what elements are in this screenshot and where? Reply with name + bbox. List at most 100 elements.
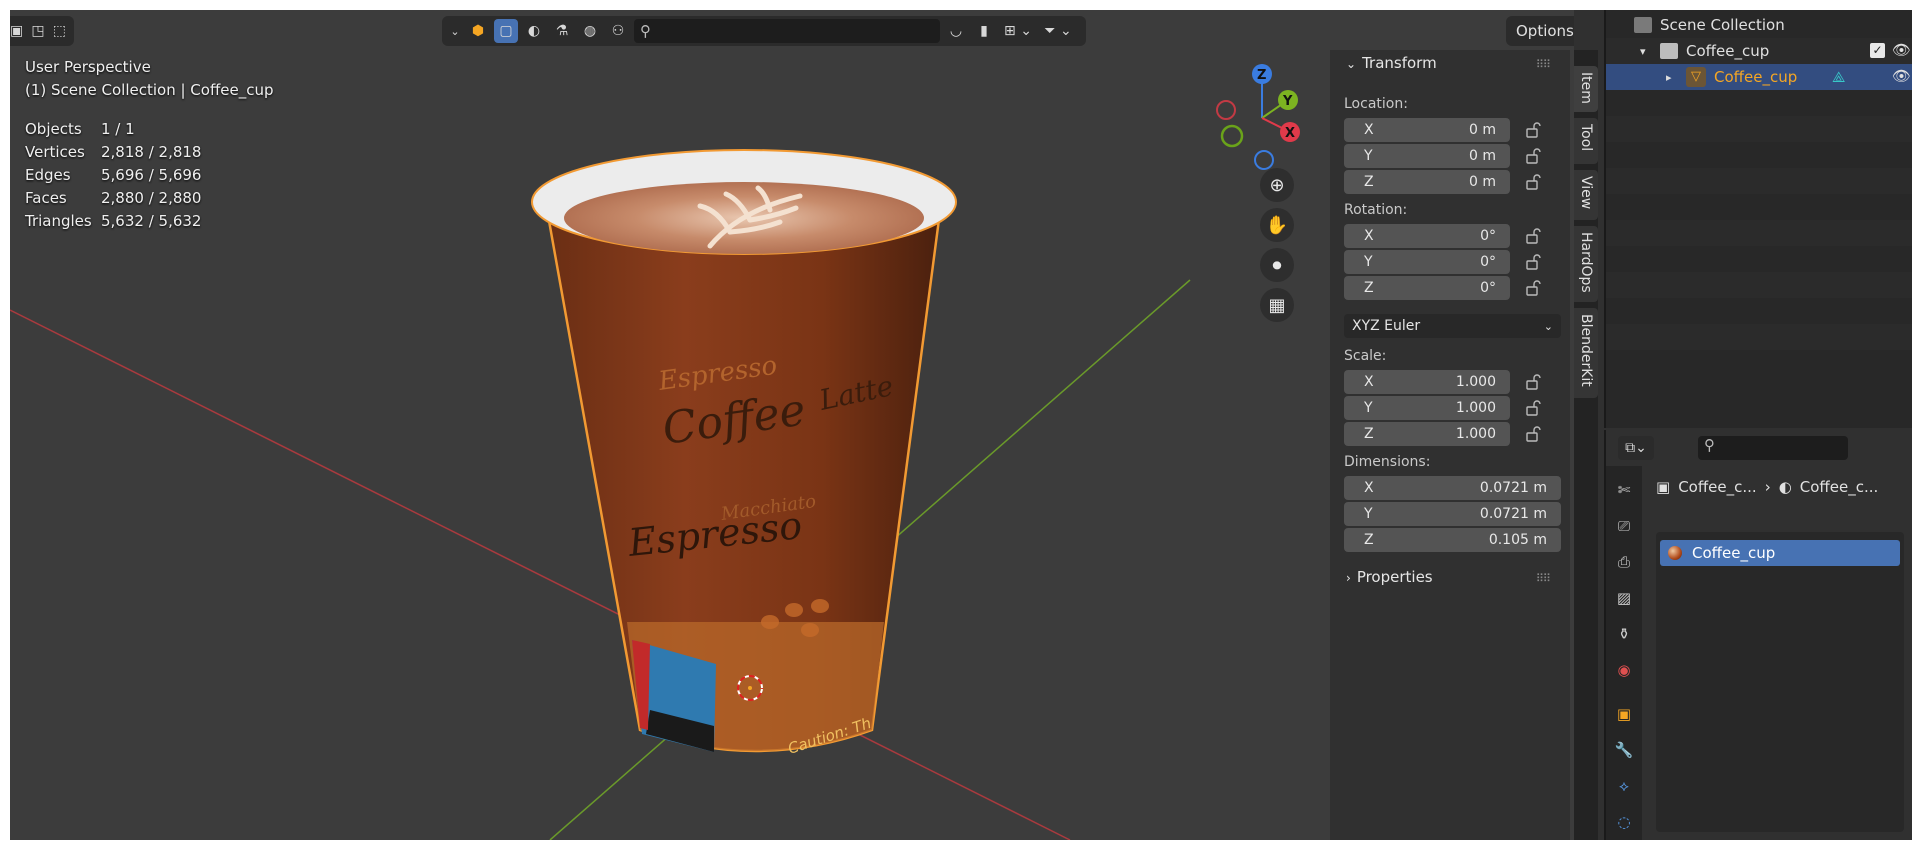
tab-view[interactable]: View — [1574, 170, 1598, 220]
scale-y-field[interactable]: Y 1.000 — [1344, 396, 1510, 420]
wireframe-shading-icon[interactable]: ◍ — [578, 19, 602, 43]
outliner-scene-collection[interactable]: Scene Collection — [1606, 12, 1912, 38]
bookmark-icon[interactable]: ▮ — [972, 19, 996, 43]
dimensions-y-field[interactable]: Y 0.0721 m — [1344, 502, 1561, 526]
unlock-icon[interactable] — [1526, 228, 1542, 244]
world-icon[interactable]: ◉ — [1614, 660, 1634, 680]
perspective-grid-icon[interactable]: ▦ — [1260, 288, 1294, 322]
chevron-down-icon[interactable]: ⌄ — [448, 19, 462, 43]
navigation-gizmo[interactable]: Z Y X — [1206, 62, 1316, 172]
scale-x-field[interactable]: X 1.000 — [1344, 370, 1510, 394]
material-slot-item[interactable]: Coffee_cup — [1660, 540, 1900, 566]
location-x-field[interactable]: X 0 m — [1344, 118, 1510, 142]
transform-label: Transform — [1362, 54, 1437, 72]
mesh-data-icon[interactable]: ⟁ — [1832, 68, 1845, 86]
outliner-item-label: Coffee_cup — [1686, 42, 1770, 60]
particles-icon[interactable]: ⟡ — [1614, 776, 1634, 796]
unlock-icon[interactable] — [1526, 280, 1542, 296]
eye-icon[interactable]: 👁 — [1892, 67, 1911, 85]
sidebar-tabs: Item Tool View HardOps BlenderKit — [1574, 50, 1598, 840]
location-z-field[interactable]: Z 0 m — [1344, 170, 1510, 194]
chevron-right-icon: ▸ — [1666, 70, 1672, 84]
drag-grip-icon[interactable]: ⠿⠿ — [1536, 58, 1551, 71]
breadcrumb-object[interactable]: Coffee_c... — [1678, 478, 1757, 496]
properties-search-input[interactable]: ⚲ — [1698, 436, 1848, 460]
chevron-right-icon: › — [1764, 478, 1771, 496]
rotation-x-field[interactable]: X 0° — [1344, 224, 1510, 248]
rotation-label: Rotation: — [1344, 202, 1408, 218]
breadcrumb-material[interactable]: Coffee_c... — [1800, 478, 1879, 496]
unlock-icon[interactable] — [1526, 174, 1542, 190]
output-icon[interactable]: ⎙ — [1614, 552, 1634, 572]
outliner-empty-row — [1606, 324, 1912, 350]
tab-blenderkit[interactable]: BlenderKit — [1574, 308, 1598, 398]
scale-label: Scale: — [1344, 348, 1387, 364]
modifier-wrench-icon[interactable]: 🔧 — [1614, 740, 1634, 760]
select-subtract-icon[interactable]: ⬚ — [51, 19, 68, 43]
rotation-mode-dropdown[interactable]: XYZ Euler ⌄ — [1344, 314, 1561, 338]
physics-icon[interactable]: ◌ — [1614, 812, 1634, 832]
unlock-icon[interactable] — [1526, 254, 1542, 270]
zoom-icon[interactable]: ⊕ — [1260, 168, 1294, 202]
3d-viewport[interactable]: Espresso Coffee Latte Macchiato Espresso… — [10, 10, 1574, 840]
outliner-object-row[interactable]: ▸ ▽ Coffee_cup ⟁ 👁 — [1606, 64, 1912, 90]
axis-label: X — [1364, 122, 1374, 138]
outliner-collection-row[interactable]: ▾ Coffee_cup ✓ 👁 — [1606, 38, 1912, 64]
unlock-icon[interactable] — [1526, 426, 1542, 442]
location-y-field[interactable]: Y 0 m — [1344, 144, 1510, 168]
snapping-icon[interactable]: ⚇ — [606, 19, 630, 43]
unlock-icon[interactable] — [1526, 400, 1542, 416]
material-ball-icon — [1668, 546, 1682, 560]
scale-z-field[interactable]: Z 1.000 — [1344, 422, 1510, 446]
tool-settings-icon[interactable]: ✄ — [1614, 480, 1634, 500]
select-box-icon[interactable]: ▣ — [10, 19, 25, 43]
rotation-z-field[interactable]: Z 0° — [1344, 276, 1510, 300]
rendered-shading-icon[interactable]: ⚗ — [550, 19, 574, 43]
dimensions-z-field[interactable]: Z 0.105 m — [1344, 528, 1561, 552]
tab-hardops[interactable]: HardOps — [1574, 226, 1598, 302]
stat-value: 1 / 1 — [101, 120, 135, 138]
filter-icon[interactable]: ⏷ ⌄ — [1040, 19, 1076, 43]
axis-label: Y — [1364, 506, 1373, 522]
stat-label: Objects — [25, 120, 82, 138]
gizmo-neg-x[interactable] — [1216, 100, 1236, 120]
material-slot-label: Coffee_cup — [1692, 544, 1776, 562]
viewport-search-input[interactable]: ⚲ — [634, 19, 940, 43]
unlock-icon[interactable] — [1526, 374, 1542, 390]
unlock-icon[interactable] — [1526, 148, 1542, 164]
editor-type-dropdown[interactable]: ⧉⌄ — [1618, 436, 1654, 460]
gizmo-neg-z[interactable] — [1254, 150, 1274, 170]
dimensions-x-field[interactable]: X 0.0721 m — [1344, 476, 1561, 500]
tab-tool[interactable]: Tool — [1574, 118, 1598, 164]
layout-view-icon[interactable]: ⊞ ⌄ — [1000, 19, 1036, 43]
tab-item[interactable]: Item — [1574, 66, 1598, 112]
material-preview-icon[interactable]: ◐ — [522, 19, 546, 43]
material-slot-list — [1656, 532, 1904, 832]
stat-value: 5,696 / 5,696 — [101, 166, 202, 184]
rotation-y-field[interactable]: Y 0° — [1344, 250, 1510, 274]
render-icon[interactable]: ⎚ — [1614, 516, 1634, 536]
tab-view-label: View — [1578, 176, 1594, 210]
gizmo-neg-y[interactable] — [1220, 124, 1244, 148]
unlock-icon[interactable] — [1526, 122, 1542, 138]
checkbox-icon[interactable]: ✓ — [1870, 43, 1885, 58]
blender-window: Espresso Coffee Latte Macchiato Espresso… — [10, 10, 1912, 840]
options-dropdown[interactable]: Options ⌄ — [1506, 16, 1574, 46]
viewport-gizmo-colors-icon[interactable]: ⬢ — [466, 19, 490, 43]
pan-hand-icon[interactable]: ✋ — [1260, 208, 1294, 242]
field-value: 1.000 — [1455, 374, 1496, 390]
drag-grip-icon[interactable]: ⠿⠿ — [1536, 572, 1551, 585]
select-extend-icon[interactable]: ◳ — [29, 19, 46, 43]
overlay-arc-icon[interactable]: ◡ — [944, 19, 968, 43]
properties-header[interactable]: › Properties — [1346, 568, 1433, 586]
scene-icon[interactable]: ⚱ — [1614, 624, 1634, 644]
view-layer-icon[interactable]: ▨ — [1614, 588, 1634, 608]
object-icon[interactable]: ▣ — [1614, 704, 1634, 724]
camera-icon[interactable]: ⏺ — [1260, 248, 1294, 282]
transform-header[interactable]: ⌄ Transform — [1346, 54, 1437, 72]
solid-shading-icon[interactable]: ▢ — [494, 19, 518, 43]
eye-icon[interactable]: 👁 — [1892, 41, 1911, 59]
field-value: 0 m — [1469, 174, 1496, 190]
outliner-empty-row — [1606, 272, 1912, 298]
field-value: 0° — [1480, 228, 1496, 244]
